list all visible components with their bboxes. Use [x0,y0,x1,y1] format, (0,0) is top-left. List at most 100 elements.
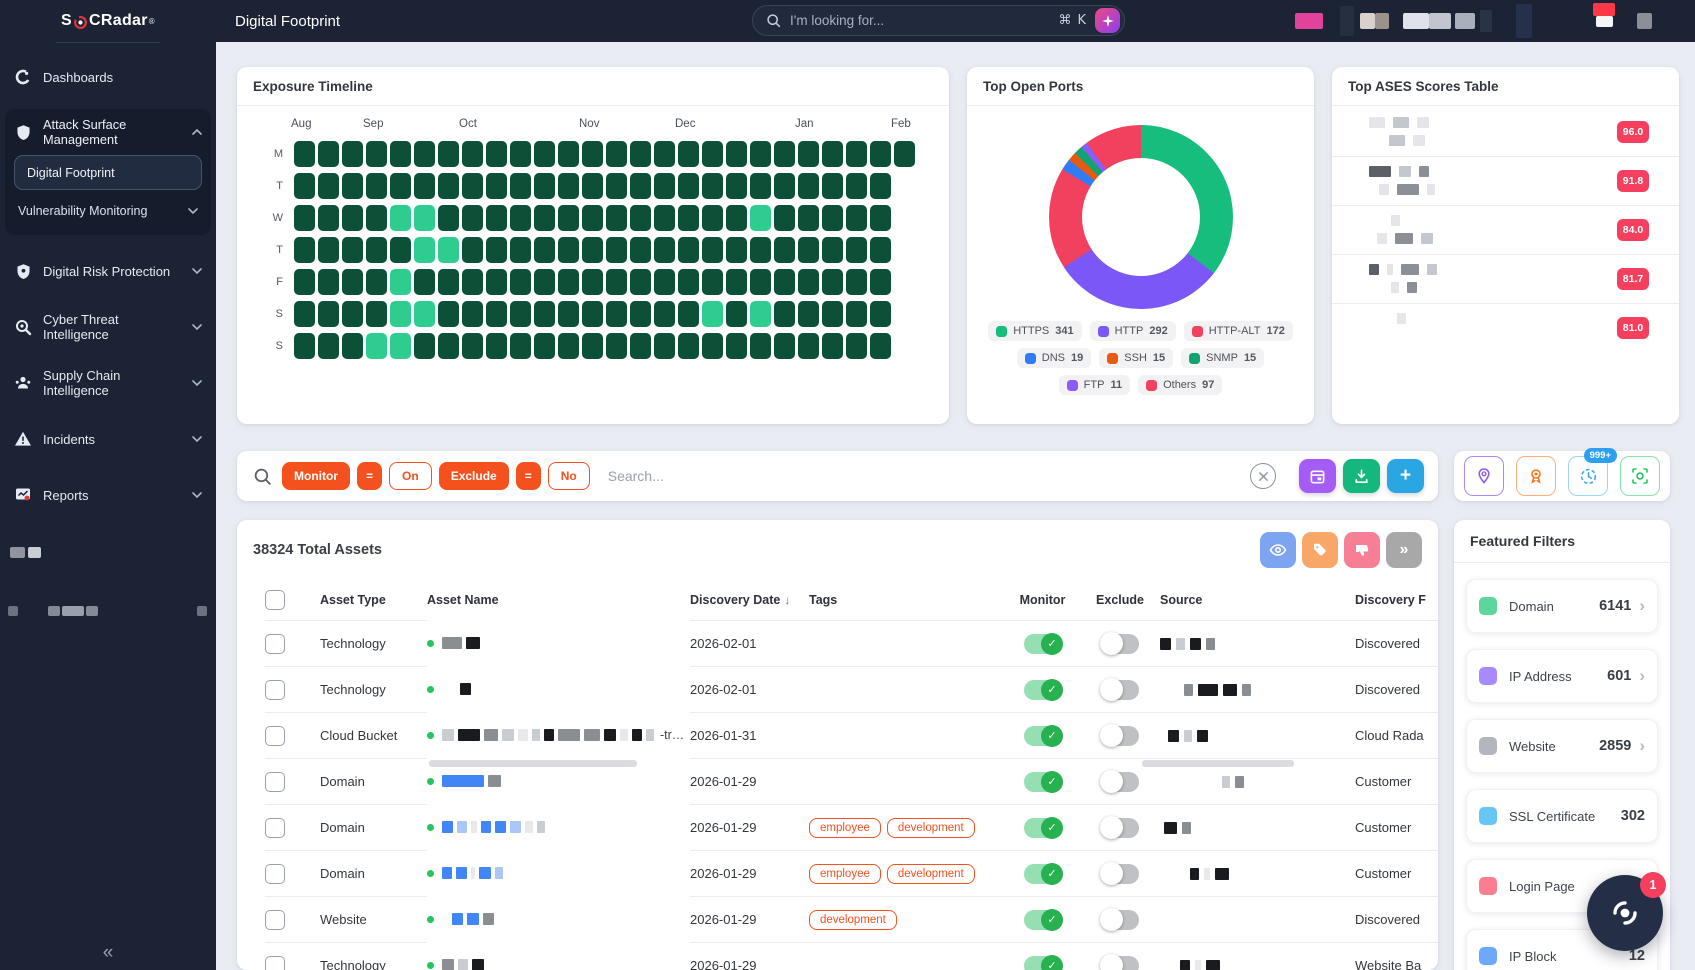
tag-chip-employee[interactable]: employee [809,864,881,884]
sidebar-item-reports[interactable]: Reports [0,475,216,515]
heatmap-cell[interactable] [342,173,363,199]
heatmap-cell[interactable] [462,173,483,199]
heatmap-cell[interactable] [870,237,891,263]
tag-chip-employee[interactable]: employee [809,818,881,838]
heatmap-cell[interactable] [534,269,555,295]
heatmap-cell[interactable] [510,237,531,263]
heatmap-cell[interactable] [630,237,651,263]
featured-filter-ip-address[interactable]: IP Address601› [1466,649,1658,703]
heatmap-cell[interactable] [822,141,843,167]
row-checkbox[interactable] [265,956,285,970]
heatmap-cell[interactable] [798,141,819,167]
heatmap-cell[interactable] [654,333,675,359]
bulk-watch-button[interactable] [1260,532,1296,568]
heatmap-cell[interactable] [342,333,363,359]
heatmap-cell[interactable] [630,301,651,327]
heatmap-cell[interactable] [798,173,819,199]
heatmap-cell[interactable] [534,237,555,263]
heatmap-cell[interactable] [798,301,819,327]
legend-item-http-alt[interactable]: HTTP-ALT172 [1184,321,1293,341]
heatmap-cell[interactable] [558,173,579,199]
monitor-toggle[interactable]: ✓ [1024,910,1061,930]
bulk-dismiss-button[interactable] [1344,532,1380,568]
heatmap-cell[interactable] [798,333,819,359]
heatmap-cell[interactable] [582,301,603,327]
column-header-source[interactable]: Source [1160,593,1355,607]
heatmap-cell[interactable] [486,333,507,359]
tag-chip-development[interactable]: development [809,910,897,930]
heatmap-cell[interactable] [702,301,723,327]
heatmap-cell[interactable] [870,173,891,199]
legend-item-dns[interactable]: DNS19 [1017,348,1091,368]
column-header-exclude[interactable]: Exclude [1080,593,1160,607]
heatmap-cell[interactable] [870,333,891,359]
row-checkbox[interactable] [265,910,285,930]
heatmap-cell[interactable] [870,301,891,327]
heatmap-cell[interactable] [846,205,867,231]
heatmap-cell[interactable] [702,269,723,295]
heatmap-cell[interactable] [342,269,363,295]
ases-table-row[interactable]: 81.0 [1332,304,1679,352]
exclude-toggle[interactable] [1102,818,1139,838]
heatmap-cell[interactable] [726,237,747,263]
heatmap-cell[interactable] [438,173,459,199]
heatmap-cell[interactable] [414,269,435,295]
heatmap-cell[interactable] [414,205,435,231]
column-header-tags[interactable]: Tags [809,593,1005,607]
monitor-toggle[interactable]: ✓ [1024,818,1061,838]
heatmap-cell[interactable] [678,237,699,263]
heatmap-cell[interactable] [510,173,531,199]
heatmap-cell[interactable] [846,141,867,167]
heatmap-cell[interactable] [318,141,339,167]
asset-name-cell[interactable] [427,896,690,942]
heatmap-cell[interactable] [870,269,891,295]
heatmap-cell[interactable] [558,333,579,359]
heatmap-cell[interactable] [678,205,699,231]
exclude-toggle[interactable] [1102,910,1139,930]
heatmap-cell[interactable] [414,141,435,167]
heatmap-cell[interactable] [294,141,315,167]
heatmap-cell[interactable] [774,333,795,359]
heatmap-cell[interactable] [318,333,339,359]
legend-item-http[interactable]: HTTP292 [1090,321,1176,341]
heatmap-cell[interactable] [630,141,651,167]
ases-score-badge[interactable]: 81.7 [1617,268,1649,290]
heatmap-cell[interactable] [534,301,555,327]
heatmap-cell[interactable] [486,173,507,199]
heatmap-cell[interactable] [486,205,507,231]
column-header-asset-type[interactable]: Asset Type [320,593,427,607]
featured-filter-website[interactable]: Website2859› [1466,719,1658,773]
heatmap-cell[interactable] [606,205,627,231]
filter-chip-no[interactable]: No [548,462,590,490]
filter-chip-monitor[interactable]: Monitor [282,462,350,490]
heatmap-cell[interactable] [462,333,483,359]
heatmap-cell[interactable] [846,237,867,263]
heatmap-cell[interactable] [294,173,315,199]
heatmap-cell[interactable] [414,237,435,263]
heatmap-cell[interactable] [846,269,867,295]
exclude-toggle[interactable] [1102,864,1139,884]
heatmap-cell[interactable] [726,269,747,295]
scan-button[interactable] [1620,456,1660,496]
monitor-toggle[interactable]: ✓ [1024,726,1061,746]
certificates-button[interactable] [1516,456,1556,496]
heatmap-cell[interactable] [414,333,435,359]
heatmap-cell[interactable] [654,269,675,295]
heatmap-cell[interactable] [510,205,531,231]
support-chat-button[interactable]: 1 [1587,875,1663,951]
heatmap-cell[interactable] [630,205,651,231]
heatmap-cell[interactable] [438,269,459,295]
ases-score-badge[interactable]: 96.0 [1617,121,1649,143]
heatmap-cell[interactable] [822,269,843,295]
heatmap-cell[interactable] [654,173,675,199]
heatmap-cell[interactable] [750,301,771,327]
export-button[interactable] [1343,459,1380,493]
heatmap-cell[interactable] [486,141,507,167]
heatmap-cell[interactable] [678,269,699,295]
select-all-checkbox[interactable] [265,590,285,610]
row-checkbox[interactable] [265,818,285,838]
heatmap-cell[interactable] [870,141,891,167]
asset-name-cell[interactable] [427,666,690,712]
heatmap-cell[interactable] [390,173,411,199]
monitor-toggle[interactable]: ✓ [1024,772,1061,792]
